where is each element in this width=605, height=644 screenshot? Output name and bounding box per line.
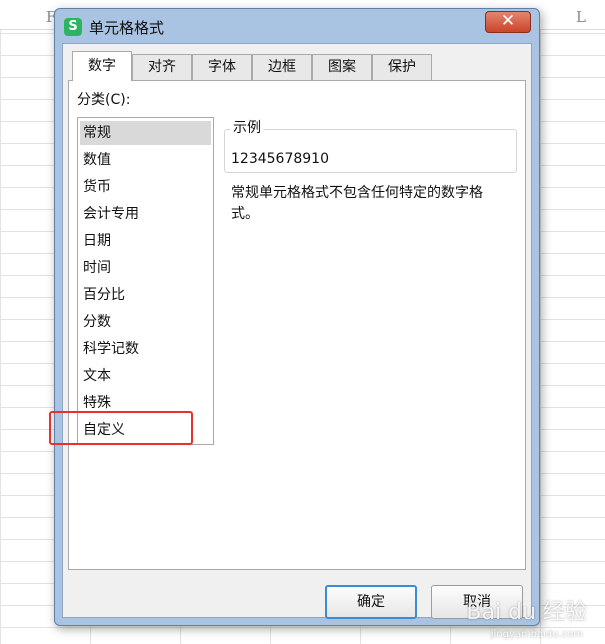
category-item-general[interactable]: 常规 [80, 121, 211, 145]
tab-font[interactable]: 字体 [192, 54, 252, 80]
wps-spreadsheet-icon: S [64, 18, 82, 36]
category-item-scientific[interactable]: 科学记数 [80, 337, 211, 361]
column-letter-l[interactable]: L [576, 8, 586, 26]
tab-protection[interactable]: 保护 [372, 54, 432, 80]
format-cells-dialog: S 单元格格式 ✕ 数字 对齐 字体 边框 图案 保护 分类(C): 常规 数值… [49, 8, 540, 626]
ok-button[interactable]: 确定 [325, 585, 417, 619]
sample-label: 示例 [230, 117, 264, 137]
category-item-accounting[interactable]: 会计专用 [80, 202, 211, 226]
category-item-currency[interactable]: 货币 [80, 175, 211, 199]
custom-highlight-box [49, 411, 193, 445]
baidu-watermark-url: jingyan.baidu.com [490, 629, 583, 640]
category-item-text[interactable]: 文本 [80, 364, 211, 388]
category-item-time[interactable]: 时间 [80, 256, 211, 280]
close-button[interactable]: ✕ [485, 11, 531, 33]
dialog-title: 单元格格式 [89, 19, 165, 37]
dialog-titlebar[interactable]: S 单元格格式 ✕ [55, 9, 539, 43]
tab-pattern[interactable]: 图案 [312, 54, 372, 80]
format-description: 常规单元格格式不包含任何特定的数字格式。 [231, 185, 483, 222]
category-item-date[interactable]: 日期 [80, 229, 211, 253]
number-tab-panel: 分类(C): 常规 数值 货币 会计专用 日期 时间 百分比 分数 科学记数 文… [49, 80, 526, 570]
category-listbox[interactable]: 常规 数值 货币 会计专用 日期 时间 百分比 分数 科学记数 文本 特殊 自定… [49, 117, 214, 445]
tab-alignment[interactable]: 对齐 [132, 54, 192, 80]
category-label: 分类(C): [77, 92, 131, 108]
category-item-number[interactable]: 数值 [80, 148, 211, 172]
category-item-fraction[interactable]: 分数 [80, 310, 211, 334]
baidu-watermark: Bai du 经验 [466, 600, 587, 625]
dialog-body: 数字 对齐 字体 边框 图案 保护 分类(C): 常规 数值 货币 会计专用 日… [49, 43, 532, 619]
tab-border[interactable]: 边框 [252, 54, 312, 80]
sample-value: 12345678910 [231, 151, 329, 167]
category-item-percentage[interactable]: 百分比 [80, 283, 211, 307]
tab-number[interactable]: 数字 [72, 51, 132, 81]
close-icon: ✕ [500, 11, 516, 31]
